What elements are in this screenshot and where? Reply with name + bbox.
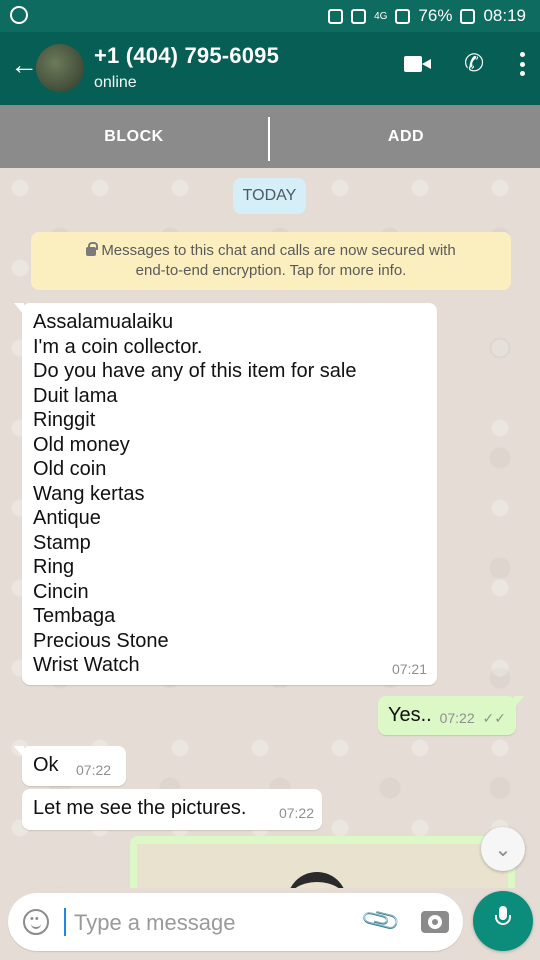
message-line: I'm a coin collector. <box>33 335 203 358</box>
chat-header: ← +1 (404) 795-6095 online ✆ <box>0 32 540 105</box>
message-line: Duit lama <box>33 384 118 407</box>
message-line: Ring <box>33 556 75 578</box>
phone-icon[interactable]: ✆ <box>464 52 488 76</box>
network-type: 4G <box>374 10 388 22</box>
message-line: Old coin <box>33 458 107 480</box>
date-chip: TODAY <box>233 178 306 214</box>
message-text: Let me see the pictures. <box>33 797 247 819</box>
action-bar: BLOCK ADD <box>0 105 540 168</box>
message-line: Wang kertas <box>33 482 145 505</box>
message-bubble-outgoing[interactable]: Yes.. 07:22 ✓✓ <box>378 696 524 735</box>
message-line: Antique <box>33 507 101 529</box>
message-line: Wrist Watch <box>33 654 140 676</box>
battery-icon <box>460 8 476 24</box>
message-line: Ringgit <box>33 409 96 431</box>
message-input-container[interactable]: 📎 <box>8 893 463 951</box>
encryption-text-line-2: end-to-end encryption. Tap for more info… <box>135 262 407 279</box>
image-message-outgoing[interactable] <box>130 836 515 888</box>
message-line: Old money <box>33 433 130 456</box>
message-time: 07:22 <box>439 710 475 726</box>
encryption-text-line-1: Messages to this chat and calls are now … <box>101 242 456 259</box>
message-line: Do you have any of this item for sale <box>33 360 357 382</box>
attach-icon[interactable]: 📎 <box>359 899 403 942</box>
more-vert-icon[interactable] <box>520 52 526 76</box>
chat-area[interactable]: TODAY Messages to this chat and calls ar… <box>0 168 540 888</box>
whatsapp-notification-icon <box>10 6 28 24</box>
message-line: Precious Stone <box>33 629 169 652</box>
message-time: 07:21 <box>391 661 427 677</box>
sim-icon <box>351 8 367 24</box>
back-arrow-icon[interactable]: ← <box>10 50 38 80</box>
message-bubble-incoming[interactable]: Assalamualaiku I'm a coin collector. Do … <box>14 303 437 685</box>
lock-icon <box>86 242 99 256</box>
message-line: Cincin <box>33 580 89 603</box>
message-bubble-incoming[interactable]: Ok 07:22 <box>14 746 126 786</box>
composer-bar: 📎 <box>0 888 540 960</box>
contact-name[interactable]: +1 (404) 795-6095 <box>94 43 279 69</box>
image-thumbnail <box>137 844 508 888</box>
double-chevron-down-icon: ⌄ <box>494 838 512 861</box>
message-text: Yes.. <box>388 704 432 726</box>
emoji-icon[interactable] <box>23 909 49 935</box>
read-receipt-icon: ✓✓ <box>482 710 506 726</box>
contact-status: online <box>94 74 137 91</box>
message-line: Tembaga <box>33 605 116 627</box>
message-line: Stamp <box>33 531 91 554</box>
camera-icon[interactable] <box>421 911 449 933</box>
message-input[interactable] <box>72 907 336 939</box>
message-text: Ok <box>33 754 59 776</box>
message-time: 07:22 <box>76 762 112 778</box>
encryption-notice[interactable]: Messages to this chat and calls are now … <box>31 232 511 290</box>
image-content-icon <box>287 872 347 888</box>
avatar[interactable] <box>36 44 84 92</box>
add-button[interactable]: ADD <box>272 105 540 168</box>
message-line: Assalamualaiku <box>33 311 174 333</box>
text-cursor <box>64 908 66 936</box>
signal-icon <box>395 8 411 24</box>
storage-icon <box>328 8 344 24</box>
mic-icon <box>495 906 511 930</box>
video-call-icon[interactable] <box>404 55 432 73</box>
block-button[interactable]: BLOCK <box>0 105 268 168</box>
mic-button[interactable] <box>473 891 533 951</box>
status-bar: 4G 76% 08:19 <box>0 0 540 32</box>
clock: 08:19 <box>483 6 526 25</box>
message-bubble-incoming[interactable]: Let me see the pictures. 07:22 <box>22 789 322 830</box>
battery-percent: 76% <box>418 6 453 25</box>
scroll-down-button[interactable]: ⌄ <box>481 827 525 871</box>
action-divider <box>268 117 270 161</box>
message-time: 07:22 <box>278 805 314 821</box>
message-text: Assalamualaiku I'm a coin collector. Do … <box>22 303 437 678</box>
